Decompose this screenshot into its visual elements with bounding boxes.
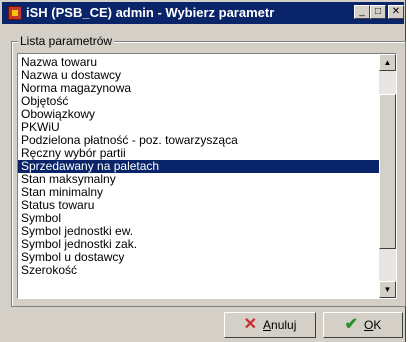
list-item[interactable]: Norma magazynowa: [18, 82, 379, 95]
parameter-listbox[interactable]: Nazwa towaru Nazwa u dostawcy Norma magazy…: [17, 53, 397, 299]
group-label: Lista parametrów: [18, 34, 115, 48]
cancel-label: Anuluj: [263, 318, 297, 332]
cancel-button[interactable]: ✕ Anuluj: [224, 312, 316, 338]
scroll-down-button[interactable]: ▼: [379, 281, 396, 298]
minimize-button[interactable]: _: [354, 5, 370, 19]
arrow-down-icon: ▼: [383, 285, 392, 294]
vertical-scrollbar[interactable]: ▲ ▼: [379, 54, 396, 298]
window-title: iSH (PSB_CE) admin - Wybierz parametr: [26, 5, 275, 20]
check-icon: ✔: [344, 316, 359, 333]
list-item[interactable]: Szerokość: [18, 264, 379, 277]
maximize-button[interactable]: □: [370, 5, 386, 19]
x-icon: ✕: [243, 316, 258, 333]
scroll-up-button[interactable]: ▲: [379, 54, 396, 71]
arrow-up-icon: ▲: [383, 58, 392, 67]
ok-label: OK: [364, 318, 382, 332]
dialog-window: iSH (PSB_CE) admin - Wybierz parametr _ …: [0, 0, 406, 342]
app-icon: [8, 6, 22, 20]
list-item[interactable]: Status towaru: [18, 199, 379, 212]
parameter-list: Nazwa towaru Nazwa u dostawcy Norma magazy…: [18, 56, 379, 277]
title-bar[interactable]: iSH (PSB_CE) admin - Wybierz parametr _ …: [2, 2, 404, 24]
close-button[interactable]: ✕: [388, 5, 404, 19]
scroll-thumb[interactable]: [379, 94, 396, 249]
ok-button[interactable]: ✔ OK: [323, 312, 403, 338]
list-item[interactable]: Obowiązkowy: [18, 108, 379, 121]
